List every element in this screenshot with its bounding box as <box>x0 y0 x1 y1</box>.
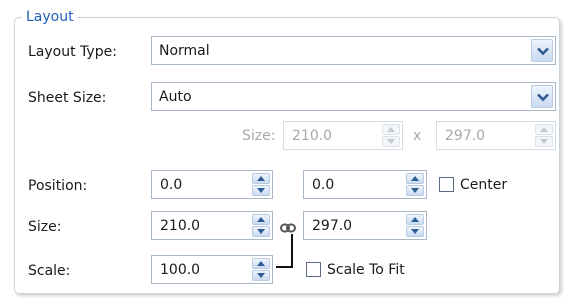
size-height-down-button[interactable] <box>406 226 424 237</box>
size-height-value: 297.0 <box>312 218 353 234</box>
size-height-spinner[interactable]: 297.0 <box>303 211 427 240</box>
scale-to-fit-checkbox[interactable] <box>306 262 321 277</box>
position-x-up-button[interactable] <box>252 173 270 184</box>
sheet-width-down-button[interactable] <box>382 136 400 147</box>
layout-group-title: Layout <box>22 8 78 26</box>
sheet-size-select[interactable]: Auto <box>151 82 556 111</box>
sheet-width-spinner[interactable]: 210.0 <box>283 121 403 150</box>
chevron-down-icon <box>537 47 549 56</box>
size-width-value: 210.0 <box>160 218 201 234</box>
sheet-size-label: Sheet Size: <box>28 90 107 106</box>
scale-down-button[interactable] <box>252 270 270 281</box>
arrow-down-icon <box>411 229 419 234</box>
sheet-size-value: Auto <box>159 89 192 105</box>
sheet-height-up-button[interactable] <box>535 124 553 135</box>
arrow-up-icon <box>257 217 265 222</box>
arrow-down-icon <box>540 139 548 144</box>
arrow-up-icon <box>257 176 265 181</box>
center-label: Center <box>460 177 508 193</box>
size-width-down-button[interactable] <box>252 226 270 237</box>
arrow-down-icon <box>257 229 265 234</box>
center-checkbox[interactable] <box>439 177 454 192</box>
position-y-spinner[interactable]: 0.0 <box>303 170 427 199</box>
arrow-down-icon <box>257 188 265 193</box>
arrow-up-icon <box>540 127 548 132</box>
sheet-height-spinner[interactable]: 297.0 <box>436 121 556 150</box>
sheet-width-value: 210.0 <box>292 128 333 144</box>
position-y-up-button[interactable] <box>406 173 424 184</box>
layout-type-label: Layout Type: <box>28 44 117 60</box>
arrow-down-icon <box>257 273 265 278</box>
link-chain-icon[interactable] <box>280 222 296 234</box>
size-label: Size: <box>28 219 62 235</box>
position-label: Position: <box>28 178 88 194</box>
arrow-up-icon <box>387 127 395 132</box>
sheet-width-up-button[interactable] <box>382 124 400 135</box>
position-y-value: 0.0 <box>312 177 335 193</box>
position-y-down-button[interactable] <box>406 185 424 196</box>
sheet-height-value: 297.0 <box>445 128 486 144</box>
arrow-up-icon <box>411 217 419 222</box>
position-x-spinner[interactable]: 0.0 <box>151 170 273 199</box>
sheet-size-separator: x <box>413 128 422 144</box>
size-height-up-button[interactable] <box>406 214 424 225</box>
scale-up-button[interactable] <box>252 258 270 269</box>
aspect-lock-bracket <box>286 234 293 268</box>
scale-label: Scale: <box>28 263 71 279</box>
layout-type-dropdown-button[interactable] <box>531 39 553 62</box>
scale-to-fit-label: Scale To Fit <box>327 262 405 278</box>
position-x-value: 0.0 <box>160 177 183 193</box>
sheet-size-dropdown-button[interactable] <box>531 85 553 108</box>
layout-type-select[interactable]: Normal <box>151 36 556 65</box>
arrow-down-icon <box>411 188 419 193</box>
scale-spinner[interactable]: 100.0 <box>151 255 273 284</box>
layout-type-value: Normal <box>159 43 210 59</box>
sheet-height-down-button[interactable] <box>535 136 553 147</box>
size-width-spinner[interactable]: 210.0 <box>151 211 273 240</box>
sheet-size-size-label: Size: <box>242 128 276 144</box>
position-x-down-button[interactable] <box>252 185 270 196</box>
aspect-lock-bracket-tail <box>276 266 293 268</box>
size-width-up-button[interactable] <box>252 214 270 225</box>
chevron-down-icon <box>537 93 549 102</box>
scale-value: 100.0 <box>160 262 201 278</box>
arrow-up-icon <box>411 176 419 181</box>
arrow-down-icon <box>387 139 395 144</box>
arrow-up-icon <box>257 261 265 266</box>
